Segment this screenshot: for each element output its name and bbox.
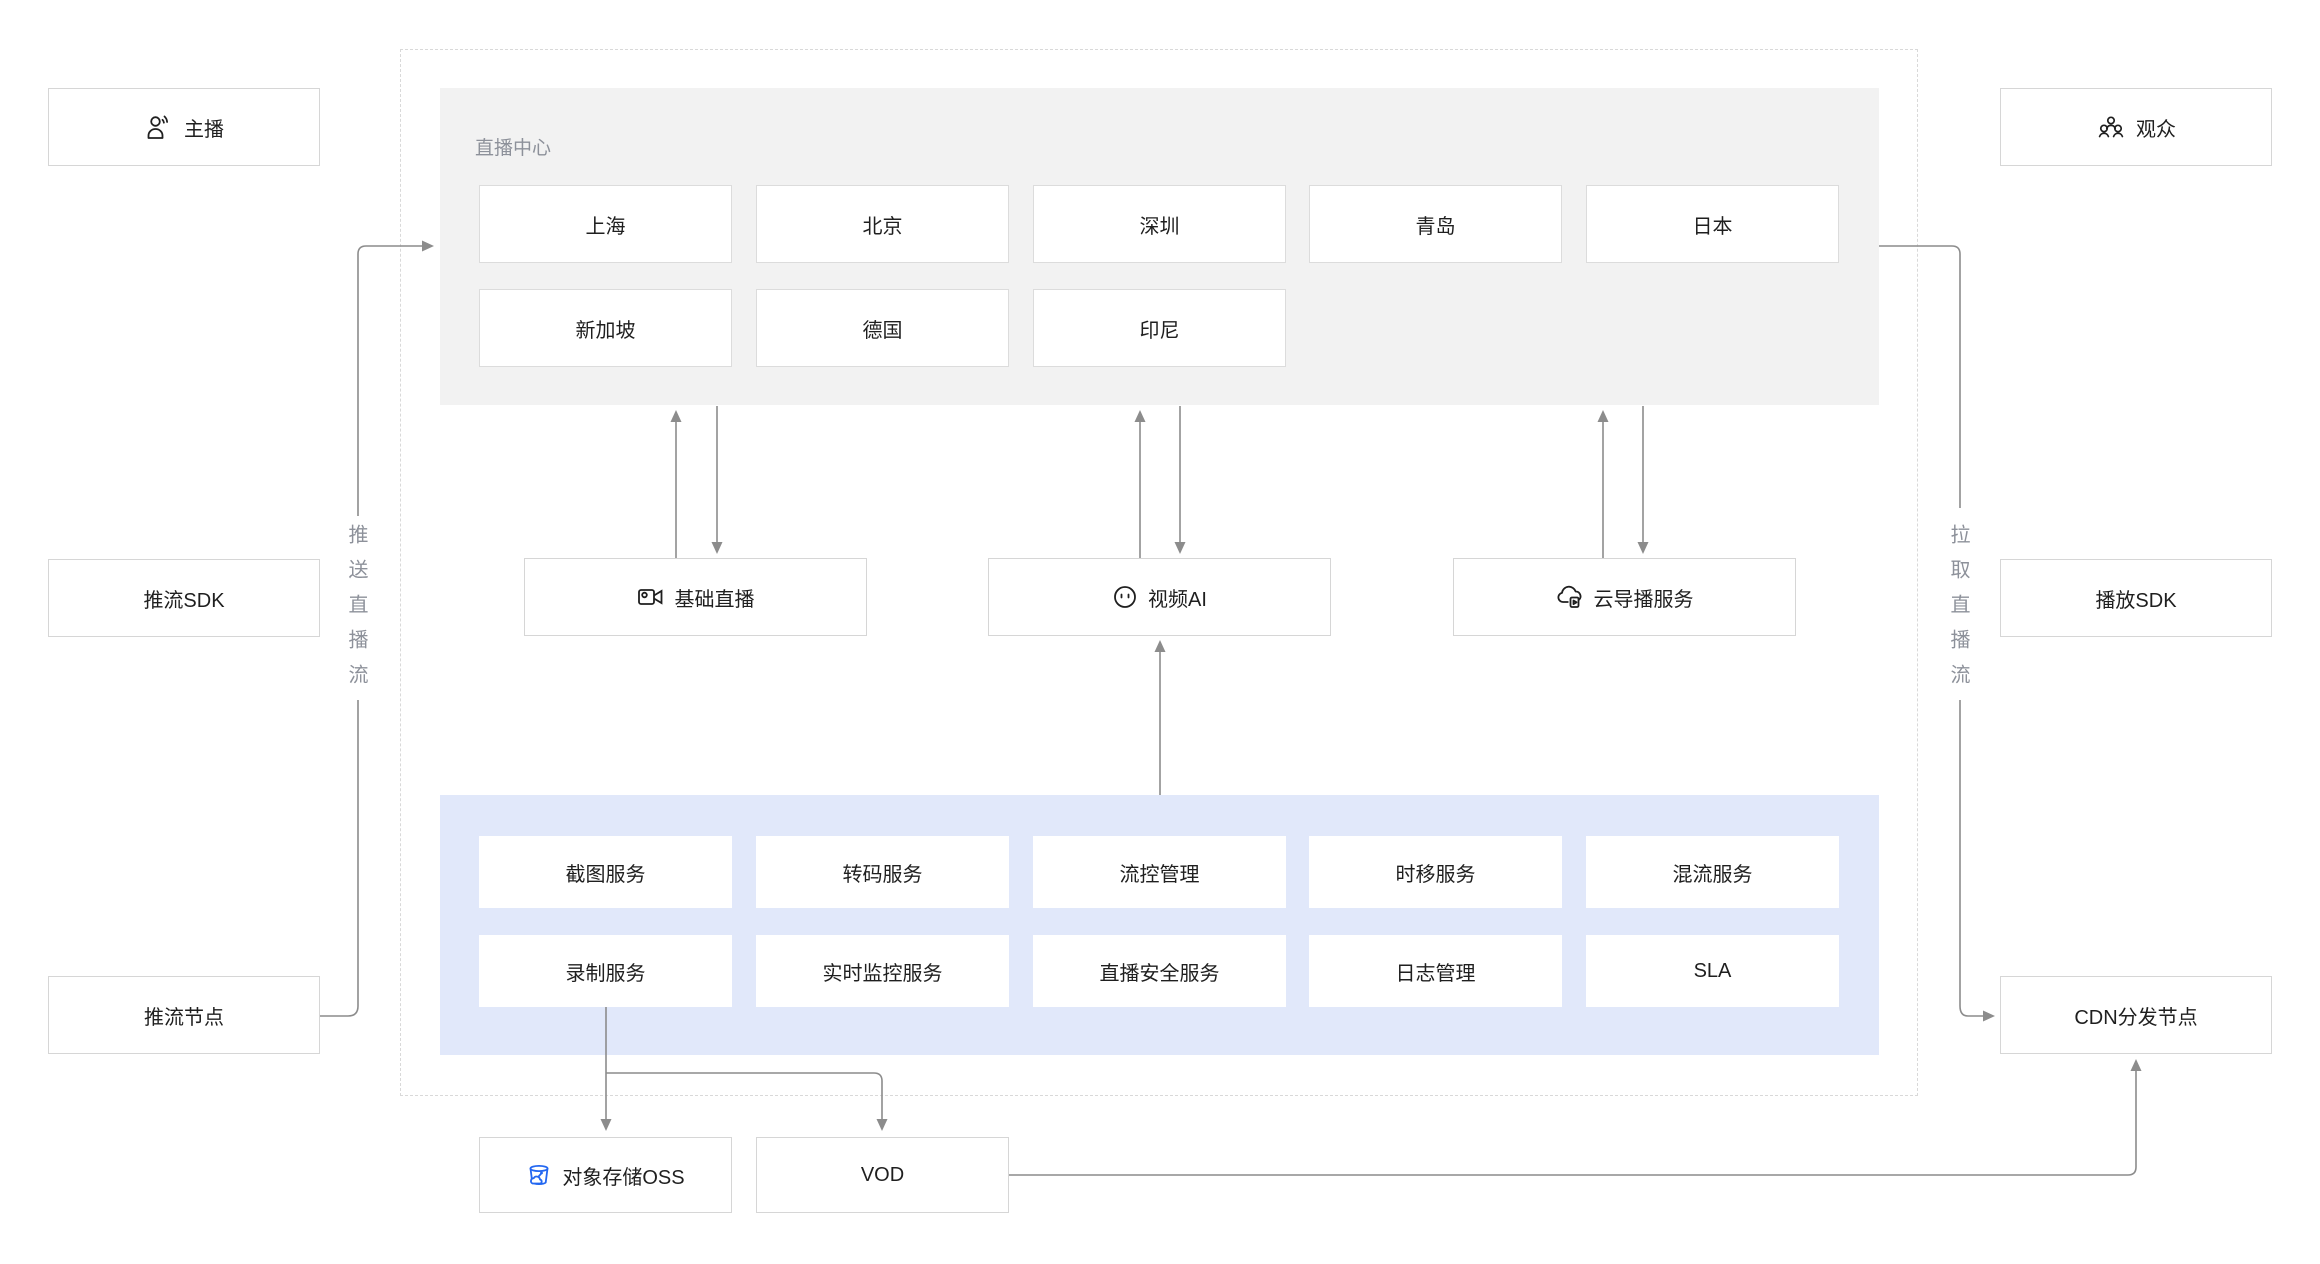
region-label: 深圳: [1140, 210, 1180, 239]
region-label: 日本: [1693, 210, 1733, 239]
cloud-cast-icon: [1556, 584, 1584, 610]
support-services-panel: [440, 795, 1879, 1055]
region-box-indonesia: 印尼: [1033, 289, 1286, 367]
node-video-ai: 视频AI: [988, 558, 1331, 636]
node-label: 推流节点: [144, 1001, 224, 1030]
node-label: 对象存储OSS: [562, 1161, 684, 1190]
service-label: 直播安全服务: [1100, 957, 1220, 986]
region-box-japan: 日本: [1586, 185, 1839, 263]
service-label: 日志管理: [1396, 957, 1476, 986]
service-box-log-management: 日志管理: [1309, 935, 1562, 1007]
region-box-qingdao: 青岛: [1309, 185, 1562, 263]
node-anchor: 主播: [48, 88, 320, 166]
node-label: 云导播服务: [1594, 583, 1694, 612]
region-label: 青岛: [1416, 210, 1456, 239]
node-play-sdk: 播放SDK: [2000, 559, 2272, 637]
service-label: 转码服务: [843, 858, 923, 887]
service-label: 混流服务: [1673, 858, 1753, 887]
node-label: 基础直播: [675, 583, 755, 612]
region-label: 新加坡: [576, 314, 636, 343]
service-box-realtime-monitor: 实时监控服务: [756, 935, 1009, 1007]
region-label: 上海: [586, 210, 626, 239]
service-label: 截图服务: [566, 858, 646, 887]
node-vod: VOD: [756, 1137, 1009, 1213]
push-line-lower: [320, 700, 358, 1016]
node-label: 主播: [184, 113, 224, 142]
service-box-transcode: 转码服务: [756, 836, 1009, 908]
pull-stream-flow-label: 拉取直播流: [1948, 524, 1968, 699]
live-center-title: 直播中心: [475, 133, 551, 160]
push-stream-flow-label: 推送直播流: [346, 524, 366, 699]
service-label: 实时监控服务: [823, 957, 943, 986]
node-basic-live: 基础直播: [524, 558, 867, 636]
service-box-mix-stream: 混流服务: [1586, 836, 1839, 908]
service-box-record: 录制服务: [479, 935, 732, 1007]
node-push-node: 推流节点: [48, 976, 320, 1054]
node-cloud-director: 云导播服务: [1453, 558, 1796, 636]
node-label: 推流SDK: [143, 584, 224, 613]
region-box-shanghai: 上海: [479, 185, 732, 263]
service-label: 时移服务: [1396, 858, 1476, 887]
node-label: CDN分发节点: [2074, 1001, 2197, 1030]
node-oss: 对象存储OSS: [479, 1137, 732, 1213]
node-label: 视频AI: [1148, 583, 1207, 612]
region-box-beijing: 北京: [756, 185, 1009, 263]
service-box-sla: SLA: [1586, 935, 1839, 1007]
service-label: 流控管理: [1120, 858, 1200, 887]
node-push-sdk: 推流SDK: [48, 559, 320, 637]
service-box-flow-control: 流控管理: [1033, 836, 1286, 908]
people-group-icon: [2096, 114, 2126, 140]
region-box-shenzhen: 深圳: [1033, 185, 1286, 263]
node-label: 观众: [2136, 113, 2176, 142]
node-cdn-node: CDN分发节点: [2000, 976, 2272, 1054]
region-label: 德国: [863, 314, 903, 343]
region-box-singapore: 新加坡: [479, 289, 732, 367]
node-label: 播放SDK: [2095, 584, 2176, 613]
region-label: 北京: [863, 210, 903, 239]
service-box-snapshot: 截图服务: [479, 836, 732, 908]
face-icon: [1112, 584, 1138, 610]
video-camera-icon: [637, 585, 665, 609]
pull-line-lower: [1960, 700, 1985, 1016]
service-label: 录制服务: [566, 957, 646, 986]
broadcaster-person-icon: [144, 113, 174, 141]
architecture-diagram: 直播中心 上海 北京 深圳 青岛 日本 新加坡 德国 印尼 基础直播 视频AI: [0, 0, 2320, 1264]
region-label: 印尼: [1140, 314, 1180, 343]
service-box-live-security: 直播安全服务: [1033, 935, 1286, 1007]
node-label: VOD: [861, 1164, 904, 1187]
region-box-germany: 德国: [756, 289, 1009, 367]
service-label: SLA: [1694, 960, 1732, 983]
service-box-timeshift: 时移服务: [1309, 836, 1562, 908]
node-audience: 观众: [2000, 88, 2272, 166]
storage-bucket-icon: [526, 1162, 552, 1188]
